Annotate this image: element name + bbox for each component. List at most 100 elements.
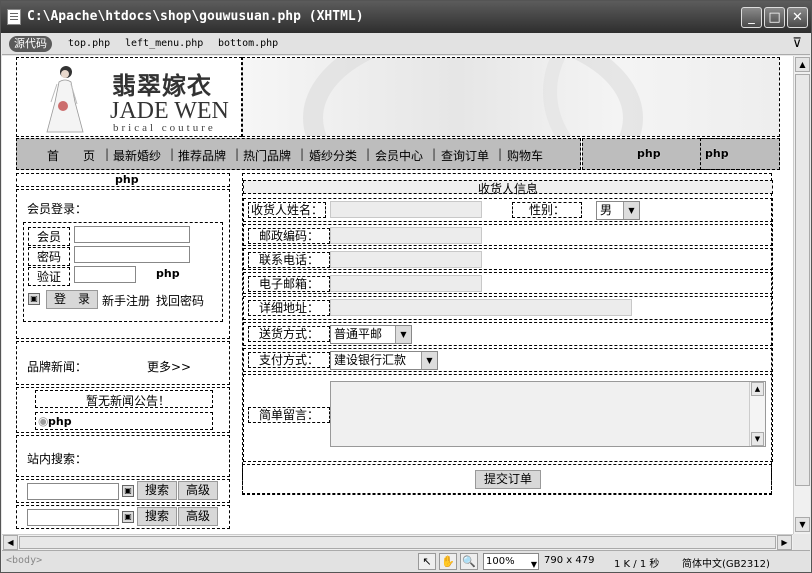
- scrollbar-thumb[interactable]: [795, 74, 810, 486]
- search-button-2[interactable]: 搜索: [137, 507, 177, 526]
- phone-input[interactable]: [330, 251, 482, 268]
- email-input[interactable]: [330, 275, 482, 292]
- zoom-tool-icon[interactable]: 🔍: [460, 553, 478, 570]
- source-code-button[interactable]: 源代码: [9, 36, 52, 52]
- scroll-down-icon[interactable]: ▼: [795, 517, 810, 532]
- encoding: 简体中文(GB2312): [682, 559, 770, 570]
- horizontal-scrollbar[interactable]: ◀ ▶: [2, 534, 793, 550]
- no-news-notice: 暂无新闻公告！: [86, 394, 171, 408]
- window-size[interactable]: 790 x 479: [544, 555, 594, 566]
- design-canvas[interactable]: 翡翠嫁衣 JADE WEN brical couture 首 页 | 最新婚纱 …: [2, 56, 793, 534]
- php-icon: php: [637, 147, 661, 160]
- status-bar: <body> ↖ ✋ 🔍 100% ▼ 790 x 479 1 K / 1 秒 简…: [2, 550, 810, 572]
- login-button[interactable]: 登 录: [46, 290, 98, 309]
- more-news-link[interactable]: 更多>>: [147, 358, 191, 375]
- scroll-up-icon[interactable]: ▲: [751, 382, 764, 396]
- nav-cart[interactable]: 购物车: [507, 147, 543, 164]
- chevron-down-icon: ▼: [395, 326, 411, 343]
- zip-input[interactable]: [330, 227, 482, 244]
- name-row: 收货人姓名： 性别： 男 ▼: [243, 198, 773, 222]
- address-input[interactable]: [330, 299, 632, 316]
- image-placeholder-icon: ▣: [122, 511, 134, 523]
- scroll-up-icon[interactable]: ▲: [795, 57, 810, 72]
- php-icon: php: [156, 267, 180, 280]
- verify-input[interactable]: [74, 266, 136, 283]
- submit-order-button[interactable]: 提交订单: [475, 470, 541, 489]
- hand-tool-icon[interactable]: ✋: [439, 553, 457, 570]
- close-button[interactable]: ✕: [787, 7, 808, 28]
- search-button[interactable]: 搜索: [137, 481, 177, 500]
- search-input[interactable]: [27, 483, 119, 500]
- maximize-button[interactable]: □: [764, 7, 785, 28]
- zoom-select[interactable]: 100% ▼: [483, 553, 539, 570]
- nav-home[interactable]: 首 页: [47, 147, 95, 164]
- left-menu: php 会员登录： 会员 密码 验证 php ▣ 登 录 新手注册 找回密码 品…: [16, 173, 230, 533]
- vertical-scrollbar[interactable]: ▲ ▼: [793, 56, 810, 534]
- delivery-row: 送货方式： 普通平邮 ▼: [243, 322, 773, 346]
- related-file-left-menu[interactable]: left_menu.php: [125, 38, 203, 49]
- member-login-title: 会员登录：: [27, 202, 88, 216]
- login-form: 会员 密码 验证 php ▣ 登 录 新手注册 找回密码: [23, 222, 223, 322]
- image-placeholder-icon: ▣: [28, 293, 40, 305]
- password-input[interactable]: [74, 246, 190, 263]
- news-item-cell: ◉ php: [35, 412, 213, 430]
- recover-password-link[interactable]: 找回密码: [156, 292, 204, 309]
- nav-member-center[interactable]: 会员中心: [375, 147, 423, 164]
- nav-order-query[interactable]: 查询订单: [441, 147, 489, 164]
- nav-gown-categories[interactable]: 婚纱分类: [309, 147, 357, 164]
- register-link[interactable]: 新手注册: [102, 292, 150, 309]
- phone-row: 联系电话：: [243, 248, 773, 270]
- scroll-left-icon[interactable]: ◀: [3, 535, 18, 550]
- note-textarea[interactable]: ▲ ▼: [330, 381, 766, 447]
- nav-recommended-brands[interactable]: 推荐品牌: [178, 147, 226, 164]
- member-input[interactable]: [74, 226, 190, 243]
- filter-icon[interactable]: ⊽: [789, 36, 805, 52]
- brand-subtitle: brical couture: [113, 122, 216, 134]
- scroll-down-icon[interactable]: ▼: [751, 432, 764, 446]
- zip-label: 邮政编码：: [248, 228, 331, 244]
- site-search-title: 站内搜索：: [27, 452, 88, 466]
- php-icon: php: [705, 147, 729, 160]
- search-input-2[interactable]: [27, 509, 119, 526]
- email-label: 电子邮箱：: [248, 276, 331, 292]
- member-label: 会员: [28, 227, 71, 246]
- zip-row: 邮政编码：: [243, 224, 773, 246]
- pointer-tool-icon[interactable]: ↖: [418, 553, 436, 570]
- address-label: 详细地址：: [248, 300, 331, 316]
- textarea-scrollbar[interactable]: ▲ ▼: [749, 382, 765, 446]
- site-search-header: 站内搜索：: [16, 435, 230, 477]
- brand-name-cn: 翡翠嫁衣: [112, 72, 212, 100]
- gender-label: 性别：: [512, 202, 583, 218]
- brand-news-title: 品牌新闻：: [27, 360, 88, 374]
- brand-news-header: 品牌新闻： 更多>>: [16, 341, 230, 385]
- scrollbar-thumb[interactable]: [19, 536, 776, 549]
- scroll-right-icon[interactable]: ▶: [777, 535, 792, 550]
- form-section-title-row: 收货人信息: [243, 180, 773, 196]
- payment-label: 支付方式：: [248, 352, 331, 368]
- payment-select[interactable]: 建设银行汇款 ▼: [330, 351, 438, 370]
- advanced-search-button-2[interactable]: 高级: [178, 507, 218, 526]
- password-label: 密码: [28, 247, 71, 266]
- file-size-time: 1 K / 1 秒: [614, 559, 660, 570]
- advanced-search-button[interactable]: 高级: [178, 481, 218, 500]
- related-file-bottom[interactable]: bottom.php: [218, 38, 278, 49]
- gender-select[interactable]: 男 ▼: [596, 201, 640, 220]
- tag-selector[interactable]: <body>: [6, 555, 42, 566]
- payment-row: 支付方式： 建设银行汇款 ▼: [243, 348, 773, 372]
- minimize-button[interactable]: _: [741, 7, 762, 28]
- delivery-label: 送货方式：: [248, 326, 331, 342]
- related-file-top[interactable]: top.php: [68, 38, 110, 49]
- nav-right-cell-2: php: [700, 138, 780, 170]
- related-files-bar: 源代码 top.php left_menu.php bottom.php ⊽: [2, 33, 810, 55]
- submit-row: 提交订单: [242, 464, 772, 494]
- title-bar: C:\Apache\htdocs\shop\gouwusuan.php (XHT…: [1, 1, 811, 33]
- nav-latest-gowns[interactable]: 最新婚纱: [113, 147, 161, 164]
- chevron-down-icon: ▼: [421, 352, 437, 369]
- delivery-select[interactable]: 普通平邮 ▼: [330, 325, 412, 344]
- image-placeholder-icon: ▣: [122, 485, 134, 497]
- name-label: 收货人姓名：: [248, 202, 327, 218]
- nav-hot-brands[interactable]: 热门品牌: [243, 147, 291, 164]
- phone-label: 联系电话：: [248, 252, 331, 268]
- search-row-1: ▣ 搜索 高级: [16, 479, 230, 503]
- name-input[interactable]: [330, 201, 482, 218]
